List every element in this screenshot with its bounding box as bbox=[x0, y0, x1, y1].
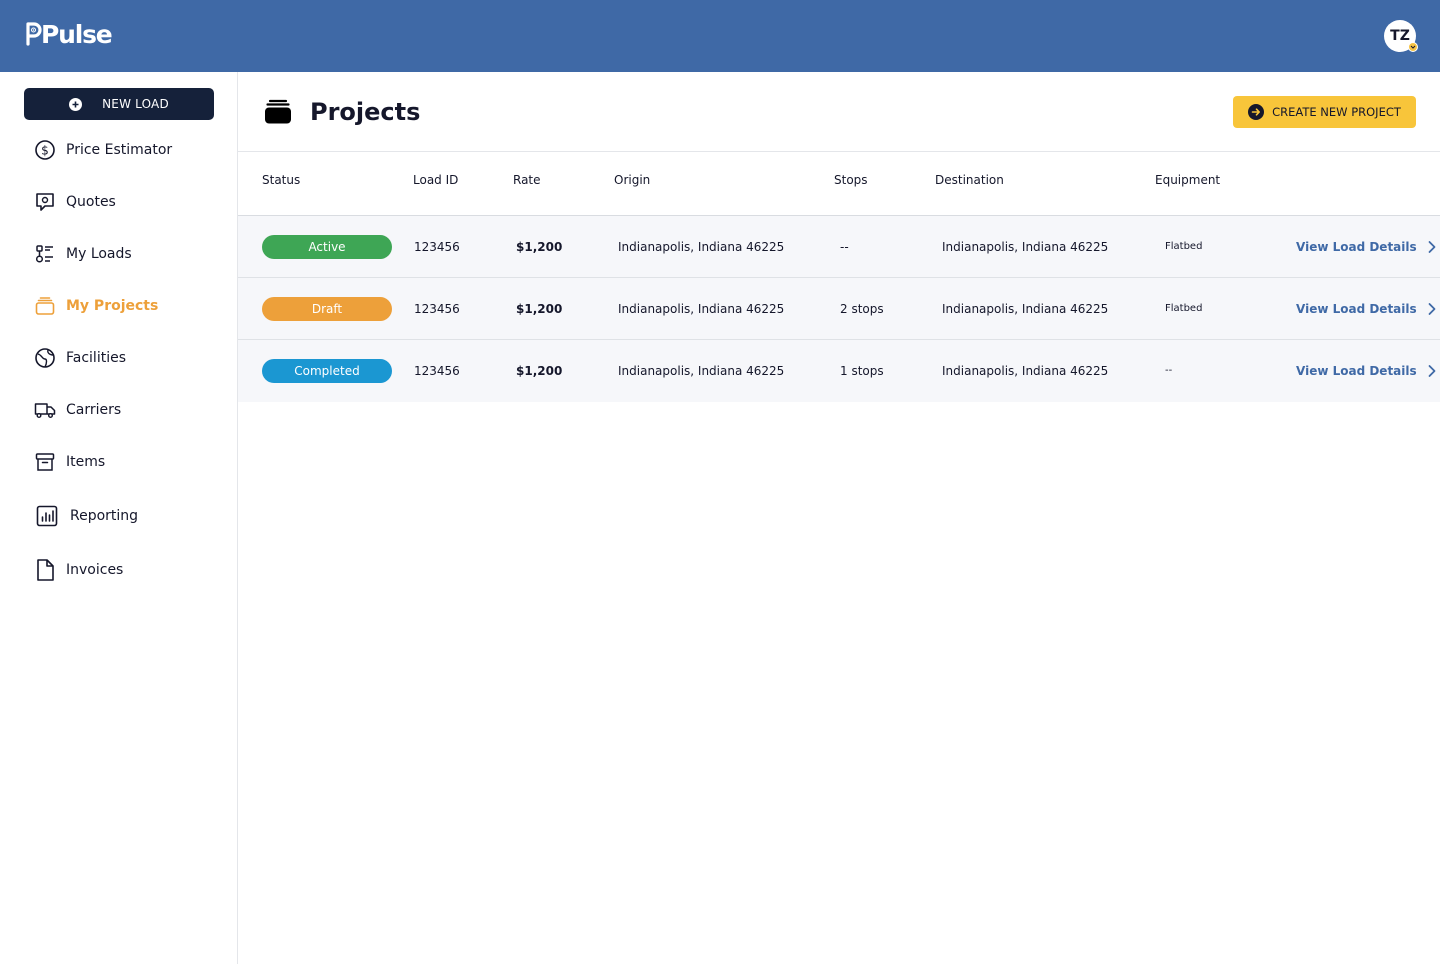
main-content: Projects CREATE NEW PROJECT Status Load … bbox=[238, 72, 1440, 964]
equipment-cell: -- bbox=[1165, 365, 1173, 376]
load-id-cell: 123456 bbox=[414, 240, 460, 254]
truck-icon bbox=[34, 399, 56, 421]
new-load-label: NEW LOAD bbox=[102, 97, 169, 111]
table-row[interactable]: Draft 123456 $1,200 Indianapolis, Indian… bbox=[238, 278, 1440, 340]
rate-cell: $1,200 bbox=[516, 302, 563, 316]
stops-cell: -- bbox=[840, 240, 849, 254]
sidebar: NEW LOAD $ Price Estimator Quotes My Loa… bbox=[0, 72, 238, 964]
plus-circle-icon bbox=[69, 97, 83, 111]
load-id-cell: 123456 bbox=[414, 302, 460, 316]
column-header-stops[interactable]: Stops bbox=[834, 152, 868, 216]
sidebar-item-label: Price Estimator bbox=[66, 142, 173, 158]
status-badge: Draft bbox=[262, 297, 392, 321]
column-header-destination[interactable]: Destination bbox=[935, 152, 1004, 216]
sidebar-item-quotes[interactable]: Quotes bbox=[34, 188, 116, 216]
rate-cell: $1,200 bbox=[516, 364, 563, 378]
sidebar-item-label: Invoices bbox=[66, 562, 124, 578]
status-badge: Completed bbox=[262, 359, 392, 383]
destination-cell: Indianapolis, Indiana 46225 bbox=[942, 240, 1109, 254]
sidebar-item-label: Facilities bbox=[66, 350, 126, 366]
sidebar-item-my-loads[interactable]: My Loads bbox=[34, 240, 132, 268]
view-load-details-label: View Load Details bbox=[1296, 302, 1417, 316]
view-load-details-label: View Load Details bbox=[1296, 364, 1417, 378]
create-new-project-button[interactable]: CREATE NEW PROJECT bbox=[1233, 96, 1416, 128]
sidebar-item-label: Reporting bbox=[70, 508, 139, 524]
pulse-logo-mark-icon bbox=[26, 21, 42, 47]
column-header-equipment[interactable]: Equipment bbox=[1155, 152, 1220, 216]
origin-cell: Indianapolis, Indiana 46225 bbox=[618, 240, 785, 254]
column-header-load-id[interactable]: Load ID bbox=[413, 152, 458, 216]
column-header-rate[interactable]: Rate bbox=[513, 152, 541, 216]
view-load-details-link[interactable]: View Load Details bbox=[1296, 278, 1437, 340]
chevron-down-icon bbox=[1410, 45, 1416, 49]
globe-icon bbox=[34, 347, 56, 369]
sidebar-item-label: My Loads bbox=[66, 246, 132, 262]
column-header-origin[interactable]: Origin bbox=[614, 152, 650, 216]
top-bar: Pulse TZ bbox=[0, 0, 1440, 72]
destination-cell: Indianapolis, Indiana 46225 bbox=[942, 364, 1109, 378]
table-header: Status Load ID Rate Origin Stops Destina… bbox=[238, 152, 1440, 216]
origin-cell: Indianapolis, Indiana 46225 bbox=[618, 364, 785, 378]
rate-cell: $1,200 bbox=[516, 240, 563, 254]
sidebar-item-items[interactable]: Items bbox=[34, 448, 105, 476]
projects-box-icon bbox=[34, 295, 56, 317]
create-new-project-label: CREATE NEW PROJECT bbox=[1272, 105, 1401, 119]
stops-cell: 2 stops bbox=[840, 302, 884, 316]
sidebar-item-facilities[interactable]: Facilities bbox=[34, 344, 126, 372]
avatar-status-badge bbox=[1408, 42, 1418, 52]
sidebar-item-reporting[interactable]: Reporting bbox=[34, 502, 138, 530]
document-icon bbox=[34, 559, 56, 581]
dollar-circle-icon: $ bbox=[34, 139, 56, 161]
sidebar-item-my-projects[interactable]: My Projects bbox=[34, 292, 158, 320]
view-load-details-label: View Load Details bbox=[1296, 240, 1417, 254]
page-title: Projects bbox=[310, 98, 421, 126]
user-initials: TZ bbox=[1390, 28, 1410, 44]
sidebar-item-invoices[interactable]: Invoices bbox=[34, 556, 123, 584]
sidebar-item-label: Items bbox=[66, 454, 106, 470]
new-load-button[interactable]: NEW LOAD bbox=[24, 88, 214, 120]
chevron-right-icon bbox=[1428, 241, 1436, 253]
destination-cell: Indianapolis, Indiana 46225 bbox=[942, 302, 1109, 316]
sidebar-item-label: My Projects bbox=[66, 298, 159, 314]
page-header: Projects CREATE NEW PROJECT bbox=[238, 72, 1440, 152]
table-row[interactable]: Active 123456 $1,200 Indianapolis, India… bbox=[238, 216, 1440, 278]
view-load-details-link[interactable]: View Load Details bbox=[1296, 340, 1437, 402]
archive-box-icon bbox=[34, 451, 56, 473]
quote-bubble-icon bbox=[34, 191, 56, 213]
chevron-right-icon bbox=[1428, 303, 1436, 315]
svg-text:$: $ bbox=[41, 144, 49, 158]
user-avatar[interactable]: TZ bbox=[1384, 20, 1418, 52]
brand-name: Pulse bbox=[41, 19, 113, 49]
view-load-details-link[interactable]: View Load Details bbox=[1296, 216, 1437, 278]
origin-cell: Indianapolis, Indiana 46225 bbox=[618, 302, 785, 316]
sidebar-item-price-estimator[interactable]: $ Price Estimator bbox=[34, 136, 172, 164]
sidebar-item-label: Carriers bbox=[66, 402, 122, 418]
sidebar-item-carriers[interactable]: Carriers bbox=[34, 396, 121, 424]
equipment-cell: Flatbed bbox=[1165, 241, 1203, 252]
load-id-cell: 123456 bbox=[414, 364, 460, 378]
equipment-cell: Flatbed bbox=[1165, 303, 1203, 314]
chevron-right-icon bbox=[1428, 365, 1436, 377]
bar-chart-icon bbox=[34, 505, 60, 527]
status-badge: Active bbox=[262, 235, 392, 259]
table-row[interactable]: Completed 123456 $1,200 Indianapolis, In… bbox=[238, 340, 1440, 402]
sidebar-item-label: Quotes bbox=[66, 194, 116, 210]
arrow-right-circle-icon bbox=[1248, 104, 1265, 120]
column-header-status[interactable]: Status bbox=[262, 152, 300, 216]
projects-box-icon bbox=[264, 99, 292, 125]
loads-list-icon bbox=[34, 243, 56, 265]
stops-cell: 1 stops bbox=[840, 364, 884, 378]
pulse-logo[interactable]: Pulse bbox=[26, 17, 113, 51]
